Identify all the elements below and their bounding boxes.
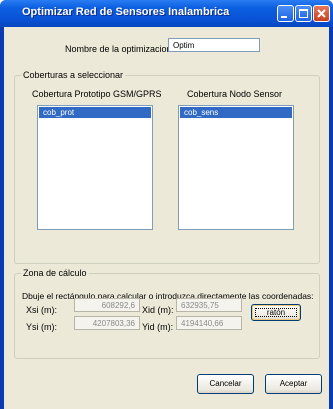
cancel-label: Cancelar xyxy=(209,379,242,388)
yid-input[interactable]: 4194140,66 xyxy=(176,316,242,330)
window-border-right xyxy=(329,27,333,409)
minimize-icon xyxy=(281,16,287,18)
calc-zone-title: Zona de cálculo xyxy=(21,268,89,278)
ysi-value: 4207803,36 xyxy=(92,319,135,328)
xsi-label: Xsi (m): xyxy=(26,305,57,315)
close-icon xyxy=(317,9,326,18)
cancel-button[interactable]: Cancelar xyxy=(197,374,254,394)
gsm-coverage-header: Cobertura Prototipo GSM/GPRS xyxy=(32,89,162,99)
dialog-body: Nombre de la optimizacion: Optim Cobertu… xyxy=(4,27,329,409)
dialog-window: Optimizar Red de Sensores Inalambrica No… xyxy=(0,0,333,409)
ysi-label: Ysi (m): xyxy=(26,322,57,332)
optimization-name-input[interactable]: Optim xyxy=(168,38,260,52)
xid-input[interactable]: 632935,75 xyxy=(176,298,242,312)
list-item[interactable]: cob_sens xyxy=(180,107,292,118)
maximize-button[interactable] xyxy=(295,5,312,22)
xsi-value: 608292,6 xyxy=(101,301,135,310)
sensor-coverage-list[interactable]: cob_sens xyxy=(178,105,294,230)
window-title: Optimizar Red de Sensores Inalambrica xyxy=(22,6,230,18)
gsm-coverage-item: cob_prot xyxy=(43,108,75,117)
sensor-coverage-header: Cobertura Nodo Sensor xyxy=(187,89,283,99)
title-bar[interactable]: Optimizar Red de Sensores Inalambrica xyxy=(0,0,333,27)
close-button[interactable] xyxy=(313,5,330,22)
yid-value: 4194140,66 xyxy=(181,319,224,328)
focus-indicator xyxy=(255,308,297,317)
accept-button[interactable]: Aceptar xyxy=(265,374,322,394)
sensor-coverage-item: cob_sens xyxy=(184,108,219,117)
mouse-draw-button[interactable]: ratón xyxy=(251,304,301,321)
yid-label: Yid (m): xyxy=(142,322,174,332)
maximize-icon xyxy=(299,9,308,18)
calc-zone-instructions: Dbuje el rectángulo para calcular o intr… xyxy=(22,291,314,301)
list-item[interactable]: cob_prot xyxy=(39,107,151,118)
accept-label: Aceptar xyxy=(279,379,308,388)
coverage-group-title: Coberturas a seleccionar xyxy=(21,70,126,80)
optimization-name-label: Nombre de la optimizacion: xyxy=(65,44,175,54)
xid-label: Xid (m): xyxy=(142,305,174,315)
optimization-name-value: Optim xyxy=(173,41,195,50)
ysi-input[interactable]: 4207803,36 xyxy=(74,316,140,330)
xsi-input[interactable]: 608292,6 xyxy=(74,298,140,312)
minimize-button[interactable] xyxy=(277,5,294,22)
xid-value: 632935,75 xyxy=(181,301,219,310)
gsm-coverage-list[interactable]: cob_prot xyxy=(37,105,153,230)
